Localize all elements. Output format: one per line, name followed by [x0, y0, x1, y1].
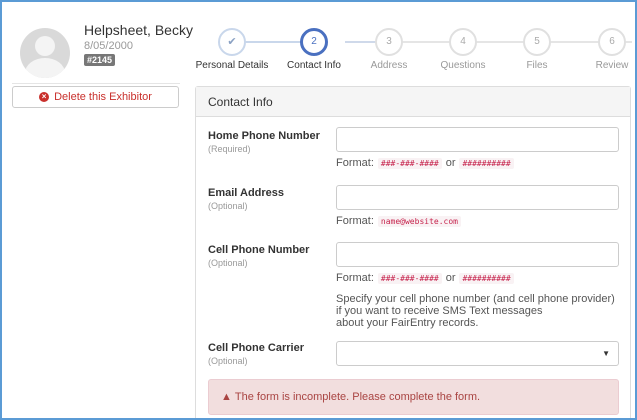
cell-carrier-select[interactable]: ▼ — [336, 341, 619, 366]
step-label-files[interactable]: Files — [526, 60, 547, 71]
step-3-address[interactable]: 3 — [375, 28, 403, 56]
step-label-contact-info[interactable]: Contact Info — [287, 60, 341, 71]
email-format-hint: Format: name@website.com — [336, 215, 461, 227]
exhibitor-profile: Helpsheet, Becky 8/05/2000 #2145 — [12, 16, 193, 78]
step-5-files[interactable]: 5 — [523, 28, 551, 56]
warning-icon: ▲ — [221, 391, 232, 403]
remove-circle-icon: × — [39, 92, 50, 102]
step-1-personal-details[interactable]: ✔ — [218, 28, 246, 56]
step-label-address[interactable]: Address — [371, 60, 408, 71]
cell-phone-help-text: Specify your cell phone number (and cell… — [336, 293, 615, 329]
alert-message: The form is incomplete. Please complete … — [234, 391, 481, 403]
panel-title: Contact Info — [196, 87, 630, 117]
avatar — [20, 28, 70, 78]
contact-info-panel: Contact Info Home Phone Number (Required… — [195, 86, 631, 418]
email-label: Email Address — [208, 187, 285, 199]
step-label-questions[interactable]: Questions — [440, 60, 485, 71]
step-6-review[interactable]: 6 — [598, 28, 626, 56]
cell-phone-format-hint: Format: ###-###-#### or ########## — [336, 272, 514, 284]
profile-divider — [12, 83, 180, 84]
checkmark-icon: ✔ — [227, 36, 237, 48]
cell-carrier-label: Cell Phone Carrier — [208, 342, 304, 354]
caret-down-icon: ▼ — [602, 349, 610, 358]
exhibitor-id-badge: #2145 — [84, 54, 116, 66]
form-incomplete-alert: ▲ The form is incomplete. Please complet… — [208, 379, 619, 415]
avatar-head — [35, 36, 55, 56]
cell-phone-optional-note: (Optional) — [208, 258, 248, 268]
avatar-shoulders — [25, 58, 65, 78]
exhibitor-name: Helpsheet, Becky — [84, 22, 193, 38]
email-field[interactable] — [336, 185, 619, 210]
home-phone-label: Home Phone Number — [208, 130, 320, 142]
app-frame: Helpsheet, Becky 8/05/2000 #2145 × Delet… — [0, 0, 637, 420]
step-2-contact-info[interactable]: 2 — [300, 28, 328, 56]
home-phone-format-hint: Format: ###-###-#### or ########## — [336, 157, 514, 169]
step-4-questions[interactable]: 4 — [449, 28, 477, 56]
delete-exhibitor-label: Delete this Exhibitor — [54, 91, 152, 103]
wizard-stepper: ✔ 2 3 4 5 6 Personal Details Contact Inf… — [195, 20, 635, 76]
home-phone-input[interactable] — [336, 127, 619, 152]
cell-carrier-optional-note: (Optional) — [208, 356, 248, 366]
cell-phone-label: Cell Phone Number — [208, 244, 310, 256]
step-label-personal-details[interactable]: Personal Details — [196, 60, 269, 71]
step-label-review[interactable]: Review — [596, 60, 629, 71]
email-optional-note: (Optional) — [208, 201, 248, 211]
home-phone-required-note: (Required) — [208, 144, 251, 154]
exhibitor-dob: 8/05/2000 — [84, 40, 133, 52]
cell-phone-input[interactable] — [336, 242, 619, 267]
delete-exhibitor-button[interactable]: × Delete this Exhibitor — [12, 86, 179, 108]
